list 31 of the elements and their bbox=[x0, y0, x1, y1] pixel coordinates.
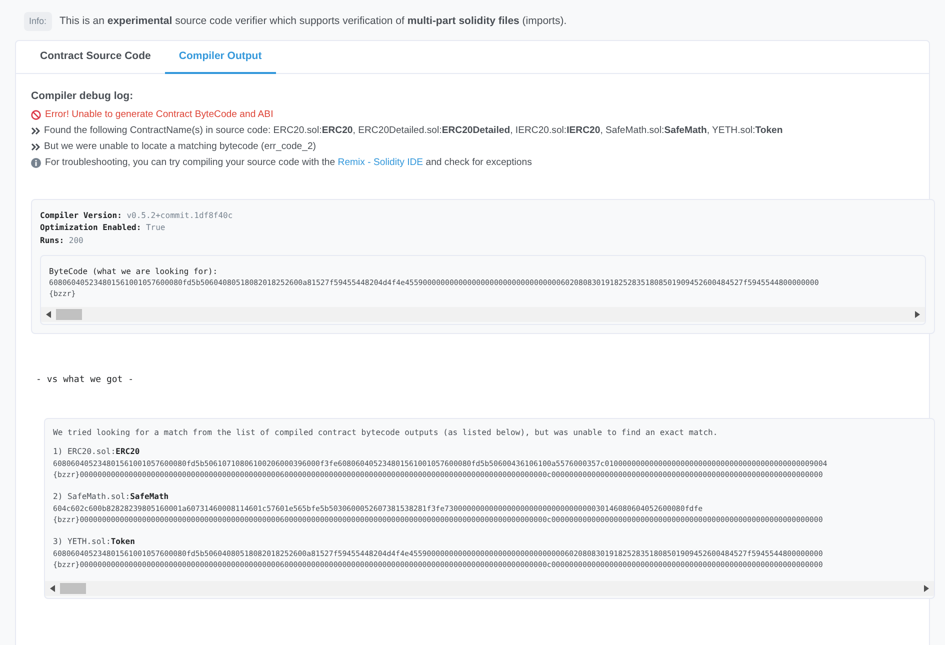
results-intro: We tried looking for a match from the list of compiled contract bytecode outputs (as listed below), but was unable to find an exact match. bbox=[53, 426, 718, 438]
comparison-separator: - vs what we got - bbox=[36, 374, 134, 388]
horizontal-scrollbar[interactable] bbox=[41, 307, 925, 322]
tab[interactable]: Contract Source Code bbox=[26, 41, 165, 73]
info-badge: Info: bbox=[24, 12, 52, 32]
contract-heading: 2) SafeMath.sol:SafeMath bbox=[53, 490, 169, 503]
info-message: This is an experimental source code verifier which supports verification of multi-part solidity files (imports). bbox=[60, 14, 567, 29]
tab[interactable]: Compiler Output bbox=[164, 41, 276, 74]
log-line: Error! Unable to generate Contract ByteCode and ABI bbox=[45, 108, 274, 122]
info-icon bbox=[31, 158, 41, 168]
compiler-info-line: Runs: 200 bbox=[40, 234, 84, 247]
contract-heading: 3) YETH.sol:Token bbox=[53, 536, 135, 548]
horizontal-scrollbar[interactable] bbox=[45, 580, 934, 596]
debug-log-title: Compiler debug log: bbox=[31, 89, 134, 104]
remix-link[interactable]: Remix - Solidity IDE bbox=[338, 156, 424, 168]
right-arrow-icon[interactable] bbox=[924, 584, 929, 592]
prohibited-icon bbox=[31, 110, 41, 120]
contract-heading: 1) ERC20.sol:ERC20 bbox=[53, 446, 140, 458]
right-arrow-icon[interactable] bbox=[915, 311, 920, 318]
double-chevron-icon bbox=[31, 142, 40, 151]
left-arrow-icon[interactable] bbox=[50, 584, 55, 592]
log-line: For troubleshooting, you can try compiling your source code with the Remix - Solidity IDE and check for exceptions bbox=[45, 156, 532, 170]
bytecode-title: ByteCode (what we are looking for): bbox=[49, 266, 219, 278]
log-line: Found the following ContractName(s) in source code: ERC20.sol:ERC20, ERC20Detailed.sol:ERC20Detailed, IERC20.sol:IERC20, SafeMath.sol:SafeMath, YETH.sol:Token bbox=[44, 124, 783, 138]
scrollbar-thumb[interactable] bbox=[60, 582, 86, 594]
double-chevron-icon bbox=[31, 126, 40, 135]
compiler-info-line: Compiler Version: v0.5.2+commit.1df8f40c bbox=[40, 210, 234, 222]
log-line: But we were unable to locate a matching bytecode (err_code_2) bbox=[44, 140, 316, 154]
scrollbar-thumb[interactable] bbox=[56, 309, 82, 320]
left-arrow-icon[interactable] bbox=[46, 311, 51, 318]
compiler-info-line: Optimization Enabled: True bbox=[40, 222, 166, 234]
